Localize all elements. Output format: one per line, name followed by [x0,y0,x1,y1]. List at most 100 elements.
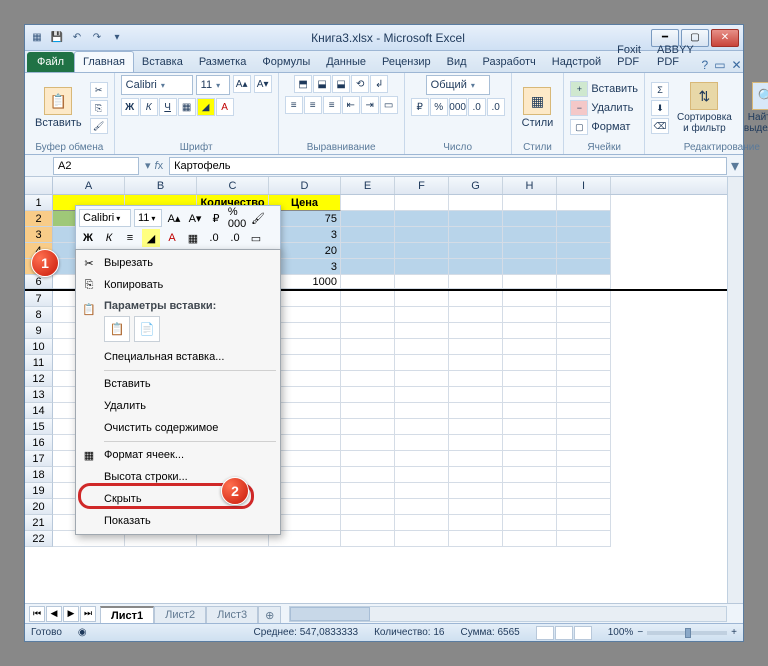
tab-layout[interactable]: Разметка [191,52,255,72]
cell[interactable] [503,499,557,515]
comma-icon[interactable]: 000 [449,98,467,116]
column-header-B[interactable]: B [125,177,197,194]
cell[interactable] [395,403,449,419]
cell[interactable] [341,259,395,275]
cell[interactable] [557,483,611,499]
ctx-insert[interactable]: Вставить [76,373,280,395]
cell[interactable] [341,211,395,227]
cell[interactable] [557,211,611,227]
mini-currency-icon[interactable]: ₽ [207,209,225,227]
cell[interactable] [503,435,557,451]
cell[interactable] [503,371,557,387]
cell[interactable] [503,467,557,483]
cell[interactable] [395,467,449,483]
cell[interactable] [449,371,503,387]
cell[interactable] [395,387,449,403]
cell[interactable] [341,387,395,403]
cell[interactable] [341,403,395,419]
number-format-combo[interactable]: Общий▾ [426,75,490,95]
cell[interactable] [557,515,611,531]
undo-icon[interactable]: ↶ [69,30,85,46]
cell[interactable] [341,483,395,499]
column-header-D[interactable]: D [269,177,341,194]
cell[interactable] [395,355,449,371]
decrease-decimal-icon[interactable]: .0 [487,98,505,116]
cell[interactable] [557,403,611,419]
cell[interactable] [341,275,395,289]
format-cells-button[interactable]: ▢Формат [570,119,638,135]
cell[interactable] [503,195,557,211]
cell[interactable] [395,419,449,435]
cell[interactable] [503,403,557,419]
hscroll-thumb[interactable] [290,607,370,621]
clear-icon[interactable]: ⌫ [651,118,669,134]
paste-option-2-icon[interactable]: 📄 [134,316,160,342]
cell[interactable] [449,483,503,499]
tab-addins[interactable]: Надстрой [544,52,609,72]
select-all-corner[interactable] [25,177,53,195]
sheet-nav-next-icon[interactable]: ▶ [63,606,79,622]
mini-font-combo[interactable]: Calibri▾ [79,209,131,227]
cell[interactable] [341,307,395,323]
normal-view-icon[interactable] [536,626,554,640]
mini-fill-color-icon[interactable]: ◢ [142,229,160,247]
row-header[interactable]: 6 [25,275,53,289]
insert-cells-button[interactable]: +Вставить [570,81,638,97]
fx-icon[interactable]: fx [155,160,164,172]
cell[interactable] [503,211,557,227]
cell[interactable] [341,531,395,547]
save-icon[interactable]: 💾 [49,30,65,46]
row-header[interactable]: 10 [25,339,53,355]
cell[interactable] [449,339,503,355]
sheet-tab-2[interactable]: Лист2 [154,606,206,623]
mini-merge-icon[interactable]: ▭ [247,229,265,247]
cell[interactable] [557,387,611,403]
cell[interactable] [341,195,395,211]
cell[interactable] [341,291,395,307]
cell[interactable] [449,243,503,259]
cell[interactable] [449,419,503,435]
cell[interactable] [395,483,449,499]
percent-icon[interactable]: % [430,98,448,116]
qat-dropdown-icon[interactable]: ▾ [109,30,125,46]
cell[interactable] [557,419,611,435]
cell[interactable] [341,243,395,259]
row-header[interactable]: 13 [25,387,53,403]
align-top-icon[interactable]: ⬒ [294,75,312,93]
increase-indent-icon[interactable]: ⇥ [361,96,379,114]
cell[interactable] [449,451,503,467]
orientation-icon[interactable]: ⟲ [351,75,369,93]
zoom-thumb[interactable] [685,628,691,638]
column-header-E[interactable]: E [341,177,395,194]
cell[interactable] [395,307,449,323]
cell[interactable] [395,371,449,387]
ctx-format-cells[interactable]: ▦Формат ячеек... [76,444,280,466]
row-header[interactable]: 17 [25,451,53,467]
row-header[interactable]: 1 [25,195,53,211]
mini-border-icon[interactable]: ▦ [184,229,202,247]
sheet-nav-last-icon[interactable]: ⏭ [80,606,96,622]
row-header[interactable]: 14 [25,403,53,419]
cell[interactable] [449,531,503,547]
cell[interactable] [341,323,395,339]
fill-color-icon[interactable]: ◢ [197,98,215,116]
page-layout-view-icon[interactable] [555,626,573,640]
cell[interactable] [341,339,395,355]
close-workbook-icon[interactable]: ✕ [732,58,742,72]
mini-size-combo[interactable]: 11▾ [134,209,162,227]
autosum-icon[interactable]: Σ [651,82,669,98]
border-icon[interactable]: ▦ [178,98,196,116]
sheet-nav-prev-icon[interactable]: ◀ [46,606,62,622]
cell[interactable] [503,243,557,259]
column-header-I[interactable]: I [557,177,611,194]
cell[interactable] [503,355,557,371]
row-header[interactable]: 19 [25,483,53,499]
name-box[interactable]: A2 [53,157,139,175]
cell[interactable] [449,355,503,371]
align-right-icon[interactable]: ≡ [323,96,341,114]
delete-cells-button[interactable]: −Удалить [570,100,638,116]
cell[interactable] [341,435,395,451]
cell[interactable] [557,499,611,515]
cell[interactable] [557,307,611,323]
ctx-cut[interactable]: ✂Вырезать [76,252,280,274]
